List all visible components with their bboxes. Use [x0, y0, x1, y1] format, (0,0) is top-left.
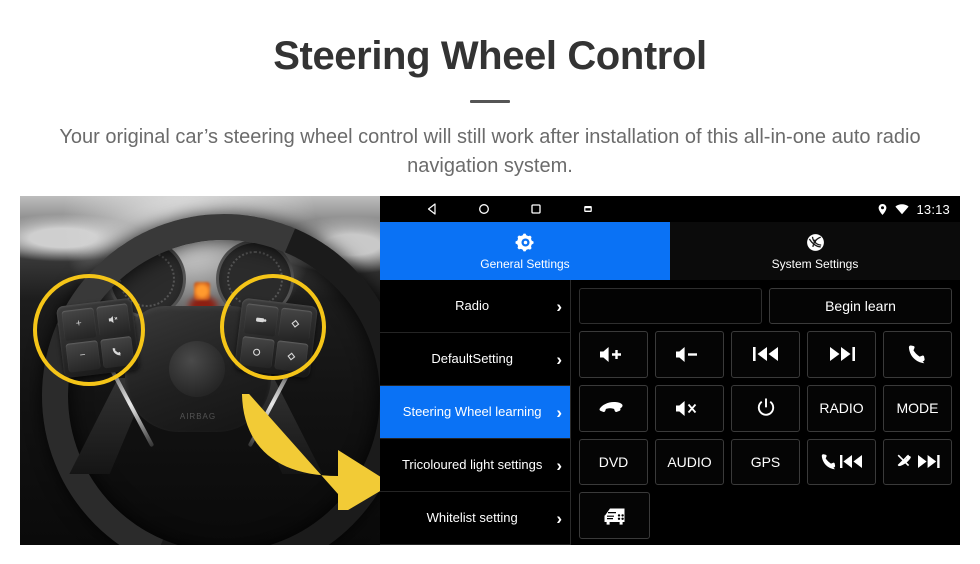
call-hangup-button[interactable] [579, 384, 648, 432]
tab-system-settings-label: System Settings [771, 257, 859, 271]
sidebar-item-whitelist-setting[interactable]: Whitelist setting › [380, 492, 570, 545]
hero-section: Steering Wheel Control Your original car… [0, 0, 980, 181]
mode-button[interactable]: MODE [883, 384, 952, 432]
volume-down-icon [675, 346, 705, 363]
settings-sidebar: Radio › DefaultSetting › Steering Wheel … [380, 280, 571, 545]
tab-system-settings[interactable]: System Settings [670, 222, 960, 280]
navigation-bar [426, 203, 594, 215]
begin-learn-button[interactable]: Begin learn [769, 288, 952, 324]
tab-general-settings-label: General Settings [480, 257, 570, 271]
sidebar-item-label: Radio [455, 297, 490, 313]
call-answer-button[interactable] [883, 331, 952, 378]
sidebar-item-radio[interactable]: Radio › [380, 280, 570, 333]
media-row: AIRBAG + − 13:13 General Settings System… [20, 196, 960, 545]
chevron-right-icon: › [556, 349, 562, 369]
highlight-circle-right [220, 274, 326, 380]
power-button[interactable] [731, 384, 800, 432]
sidebar-item-label: Steering Wheel learning [402, 403, 542, 419]
hangup-next-button[interactable] [883, 438, 952, 486]
key-row-filler [657, 492, 952, 539]
steering-wheel-learning-panel: Begin learn RADIO MODE DVD AUDIO GPS [571, 280, 960, 545]
airbag-label: AIRBAG [179, 412, 217, 421]
sidebar-item-tricoloured-light-settings[interactable]: Tricoloured light settings › [380, 439, 570, 492]
radio-button[interactable]: RADIO [807, 384, 876, 432]
status-bar-clock: 13:13 [916, 201, 950, 217]
back-icon[interactable] [426, 203, 438, 215]
settings-body: Radio › DefaultSetting › Steering Wheel … [380, 280, 960, 545]
volume-up-button[interactable] [579, 331, 648, 378]
head-unit-screen: 13:13 General Settings System Settings R… [380, 196, 960, 545]
power-icon [756, 398, 776, 418]
chevron-right-icon: › [556, 455, 562, 475]
system-logo-icon [804, 231, 826, 253]
sidebar-item-label: Tricoloured light settings [401, 456, 543, 472]
car-info-button[interactable] [579, 492, 650, 539]
phone-hangup-icon [599, 401, 629, 415]
wifi-icon [895, 203, 910, 215]
phone-previous-icon [821, 453, 863, 470]
location-pin-icon [877, 203, 888, 216]
sidebar-item-steering-wheel-learning[interactable]: Steering Wheel learning › [380, 386, 570, 439]
home-icon[interactable] [478, 203, 490, 215]
car-icon [602, 506, 628, 526]
audio-button[interactable]: AUDIO [655, 438, 724, 486]
dvd-button[interactable]: DVD [579, 438, 648, 486]
learn-status-field[interactable] [579, 288, 762, 324]
title-divider [470, 100, 510, 103]
mute-button[interactable] [655, 384, 724, 432]
panel-top-row: Begin learn [579, 288, 952, 324]
key-row-2: RADIO MODE [579, 384, 952, 432]
call-previous-button[interactable] [807, 438, 876, 486]
chevron-right-icon: › [556, 508, 562, 528]
android-status-bar: 13:13 [380, 196, 960, 222]
chevron-right-icon: › [556, 296, 562, 316]
key-row-4 [579, 492, 952, 539]
next-icon [828, 346, 856, 362]
previous-track-button[interactable] [731, 331, 800, 378]
phone-icon [908, 344, 928, 364]
previous-icon [752, 346, 780, 362]
key-row-1 [579, 331, 952, 378]
tab-general-settings[interactable]: General Settings [380, 222, 670, 280]
hangup-next-icon [896, 453, 940, 470]
chevron-right-icon: › [556, 402, 562, 422]
sidebar-item-defaultsetting[interactable]: DefaultSetting › [380, 333, 570, 386]
mute-icon [675, 400, 705, 417]
steering-wheel-photo: AIRBAG + − [20, 196, 380, 545]
next-track-button[interactable] [807, 331, 876, 378]
wheel-horn-pad [169, 341, 225, 397]
highlight-circle-left [33, 274, 145, 386]
sidebar-item-label: Whitelist setting [426, 509, 518, 525]
page-subtitle: Your original car’s steering wheel contr… [59, 126, 921, 177]
screenshot-icon[interactable] [582, 203, 594, 215]
recents-icon[interactable] [530, 203, 542, 215]
gps-button[interactable]: GPS [731, 438, 800, 486]
key-row-3: DVD AUDIO GPS [579, 438, 952, 486]
page-title: Steering Wheel Control [273, 34, 707, 78]
sidebar-item-label: DefaultSetting [431, 350, 513, 366]
settings-tabbar: General Settings System Settings [380, 222, 960, 280]
volume-up-icon [599, 346, 629, 363]
gear-icon [514, 231, 536, 253]
volume-down-button[interactable] [655, 331, 724, 378]
status-bar-indicators: 13:13 [877, 202, 950, 217]
